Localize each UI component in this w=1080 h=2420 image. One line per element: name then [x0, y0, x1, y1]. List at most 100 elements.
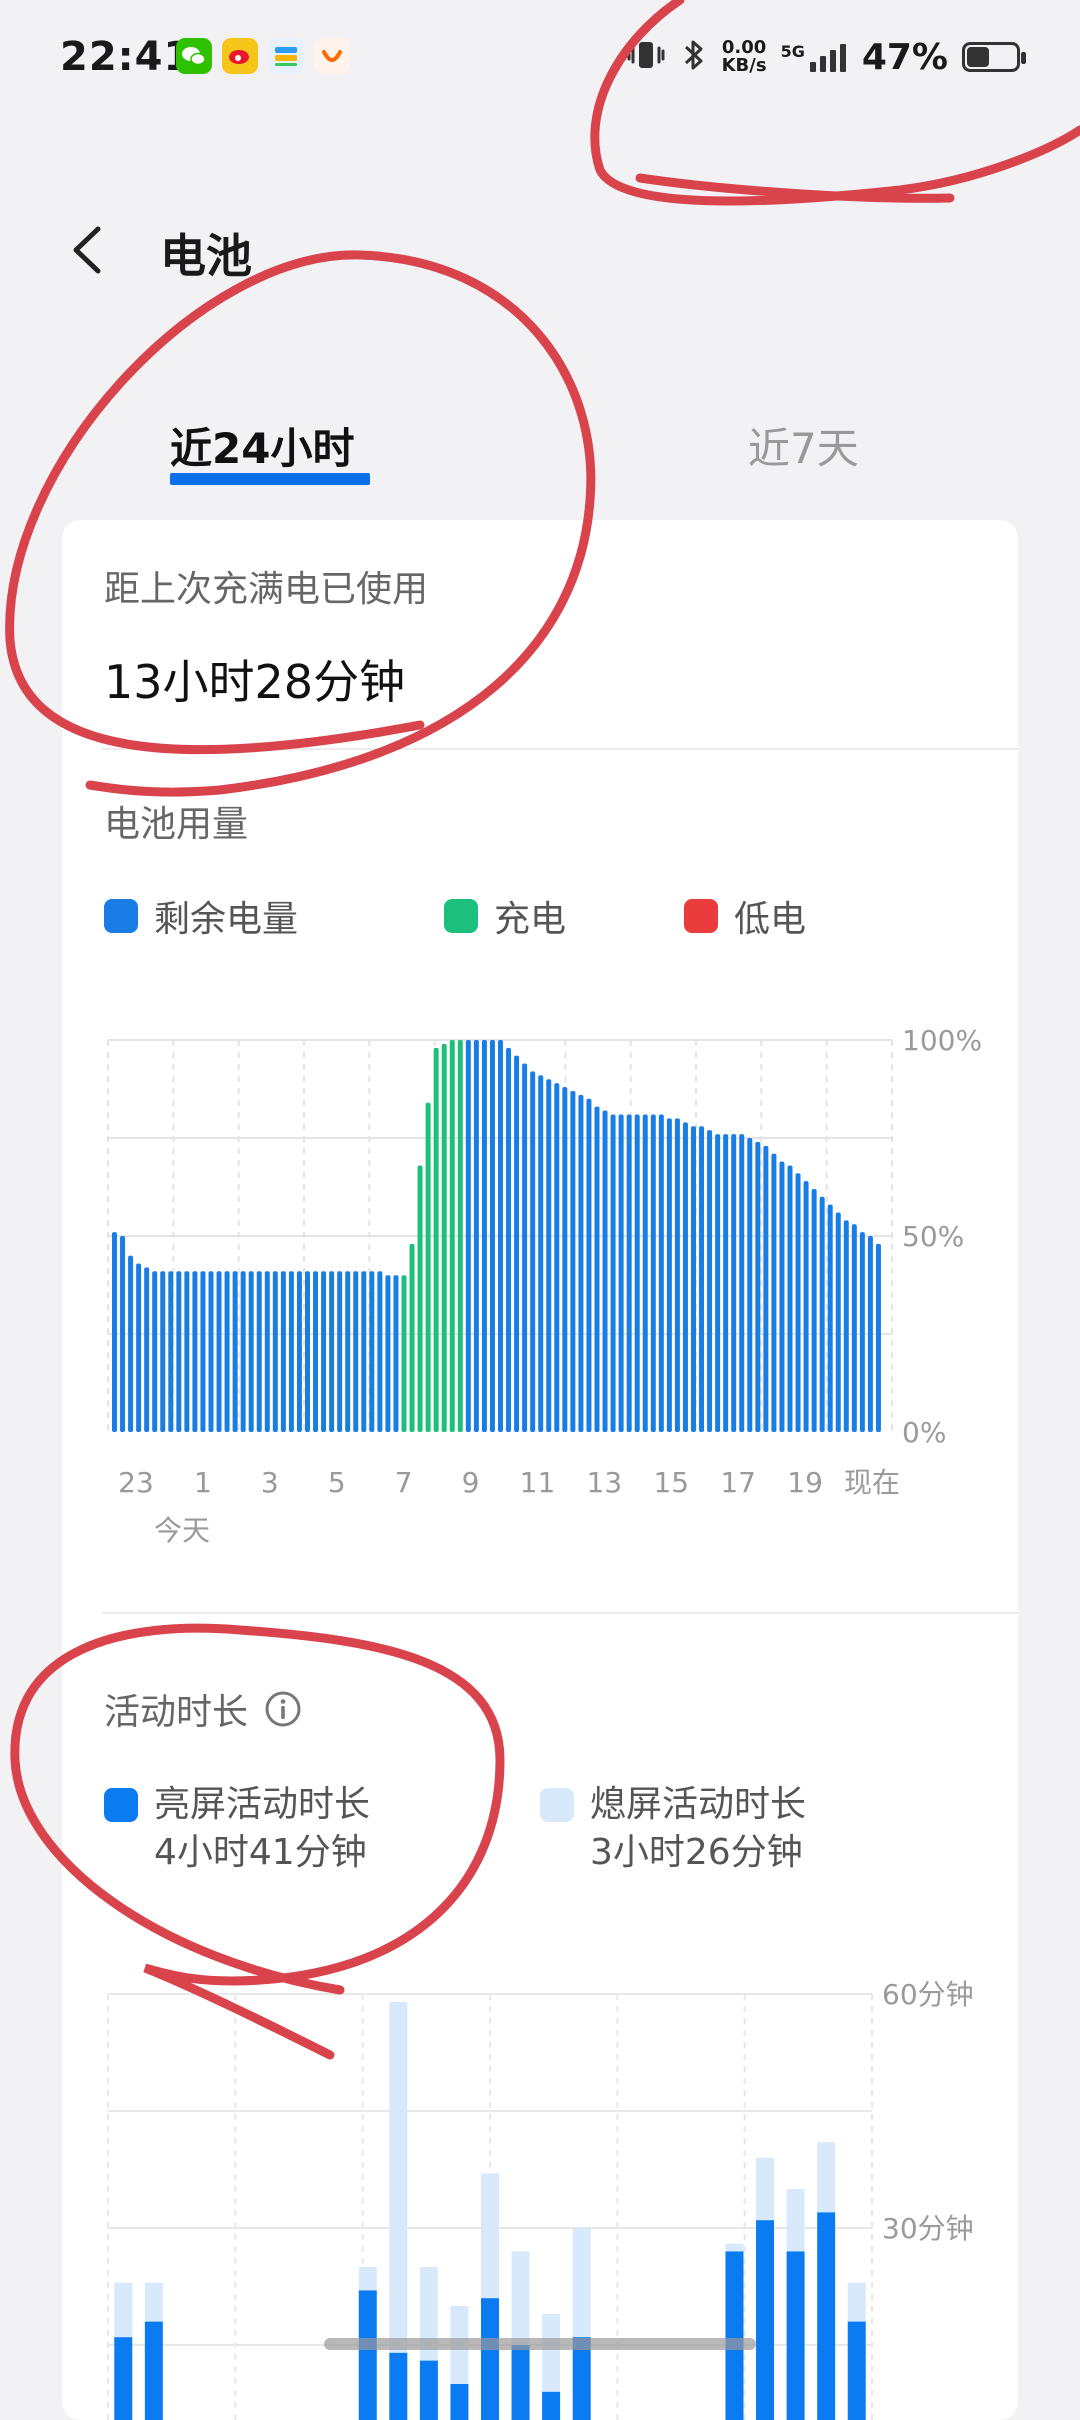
weibo-icon: [222, 38, 258, 74]
battery-bar: [586, 1098, 592, 1432]
charging-bar: [433, 1047, 439, 1432]
battery-bar: [240, 1271, 246, 1432]
battery-bar: [642, 1114, 648, 1432]
battery-bar: [208, 1271, 214, 1432]
net-speed: 0.00 KB/s: [722, 39, 767, 75]
screen-on-bar: [756, 2220, 775, 2420]
home-indicator[interactable]: [324, 2338, 756, 2350]
battery-bar: [489, 1040, 495, 1432]
battery-bar: [498, 1040, 503, 1432]
battery-bar: [232, 1271, 238, 1432]
charging-bar: [401, 1275, 407, 1432]
screen-off-bar: [114, 2282, 133, 2338]
battery-bar: [787, 1165, 793, 1432]
screen-on-bar: [389, 2352, 408, 2420]
legend-low: 低电: [684, 890, 806, 942]
legend-swatch-charging: [444, 899, 478, 933]
battery-bar: [811, 1188, 817, 1432]
screen-on-bar: [481, 2298, 499, 2420]
battery-bar: [248, 1271, 254, 1432]
x-tick-label: 9: [462, 1466, 480, 1499]
battery-bar: [691, 1126, 696, 1432]
battery-bar: [530, 1071, 536, 1432]
wechat-icon: [176, 38, 212, 74]
divider: [102, 1612, 1018, 1614]
info-icon[interactable]: [264, 1690, 302, 1728]
tab-24-hours[interactable]: 近24小时: [170, 415, 354, 476]
x-sub-label: 今天: [154, 1514, 210, 1547]
screen-off-bar: [481, 2173, 499, 2299]
screen-on-bar: [725, 2251, 744, 2420]
battery-bar: [192, 1271, 198, 1432]
x-tick-label: 17: [720, 1466, 756, 1499]
legend-swatch-low: [684, 899, 718, 933]
battery-bar: [859, 1232, 865, 1432]
legend-swatch-remaining: [104, 899, 138, 933]
screen-on-bar: [450, 2384, 469, 2420]
x-tick-label: 13: [587, 1466, 623, 1499]
battery-bar: [682, 1122, 688, 1432]
screen-on-bar: [542, 2391, 561, 2420]
y-tick-label: 100%: [902, 1024, 982, 1057]
battery-usage-chart: 100%50%0%23 1 3 5 7 9 11 13 15 17 19 现在今天: [107, 1024, 982, 1547]
battery-bar: [473, 1040, 479, 1432]
battery-bar: [264, 1271, 270, 1432]
battery-bar: [176, 1271, 182, 1432]
since-full-label: 距上次充满电已使用: [104, 569, 429, 610]
battery-bar: [739, 1134, 745, 1432]
battery-bar: [827, 1204, 833, 1432]
screen-on-bar: [817, 2212, 836, 2420]
screen-off-bar: [144, 2282, 163, 2322]
since-full-value: 13小时28分钟: [104, 655, 406, 709]
screen-off-bar: [786, 2189, 805, 2252]
battery-bar: [385, 1275, 391, 1432]
battery-bar: [618, 1114, 624, 1432]
battery-card: 距上次充满电已使用 13小时28分钟 电池用量 剩余电量 充电 低电 100% 5…: [62, 520, 1018, 2420]
charging-bar: [449, 1040, 455, 1432]
status-bar: 22:41 0.00 KB/s 5G 47%: [0, 0, 1080, 120]
x-tick-label: 3: [261, 1466, 279, 1499]
legend-swatch-screen-on: [104, 1788, 138, 1822]
legend-remaining: 剩余电量: [104, 890, 298, 942]
back-button[interactable]: [60, 215, 120, 285]
battery-bar: [835, 1212, 841, 1432]
active-tab-indicator: [170, 473, 370, 485]
screen-on-bar: [419, 2360, 438, 2420]
battery-bar: [329, 1271, 335, 1432]
battery-bar: [634, 1114, 640, 1432]
battery-bar: [562, 1087, 568, 1432]
activity-title: 活动时长: [104, 1692, 249, 1733]
battery-bar: [296, 1271, 302, 1432]
legend-swatch-screen-off: [540, 1788, 574, 1822]
screen-off-bar: [389, 2001, 408, 2353]
legend-charging: 充电: [444, 890, 566, 942]
battery-bar: [867, 1236, 873, 1432]
screen-off-bar: [725, 2243, 744, 2252]
x-tick-label: 15: [653, 1466, 689, 1499]
battery-bar: [554, 1083, 560, 1432]
battery-bar: [723, 1134, 729, 1432]
battery-bar: [112, 1232, 117, 1432]
screen-off-bar: [358, 2267, 377, 2291]
battery-bar: [337, 1271, 343, 1432]
charging-bar: [425, 1102, 431, 1432]
status-right-group: 0.00 KB/s 5G 47%: [626, 32, 1026, 82]
x-tick-label: 11: [520, 1466, 556, 1499]
battery-bar: [305, 1271, 310, 1432]
battery-bar: [626, 1114, 632, 1432]
battery-icon: [962, 42, 1026, 72]
screen-off-bar: [847, 2282, 866, 2322]
battery-bar: [224, 1271, 230, 1432]
tab-7-days[interactable]: 近7天: [748, 415, 859, 476]
charging-bar: [417, 1165, 423, 1432]
wallet-app-icon: [268, 38, 304, 74]
screen-on-bar: [358, 2290, 377, 2420]
battery-bar: [321, 1271, 327, 1432]
battery-bar: [803, 1181, 809, 1432]
battery-bar: [144, 1267, 150, 1432]
charging-bar: [457, 1040, 463, 1432]
back-arrow-icon: [73, 226, 101, 274]
battery-bar: [674, 1118, 680, 1432]
battery-bar: [650, 1114, 656, 1432]
battery-bar: [152, 1271, 158, 1432]
